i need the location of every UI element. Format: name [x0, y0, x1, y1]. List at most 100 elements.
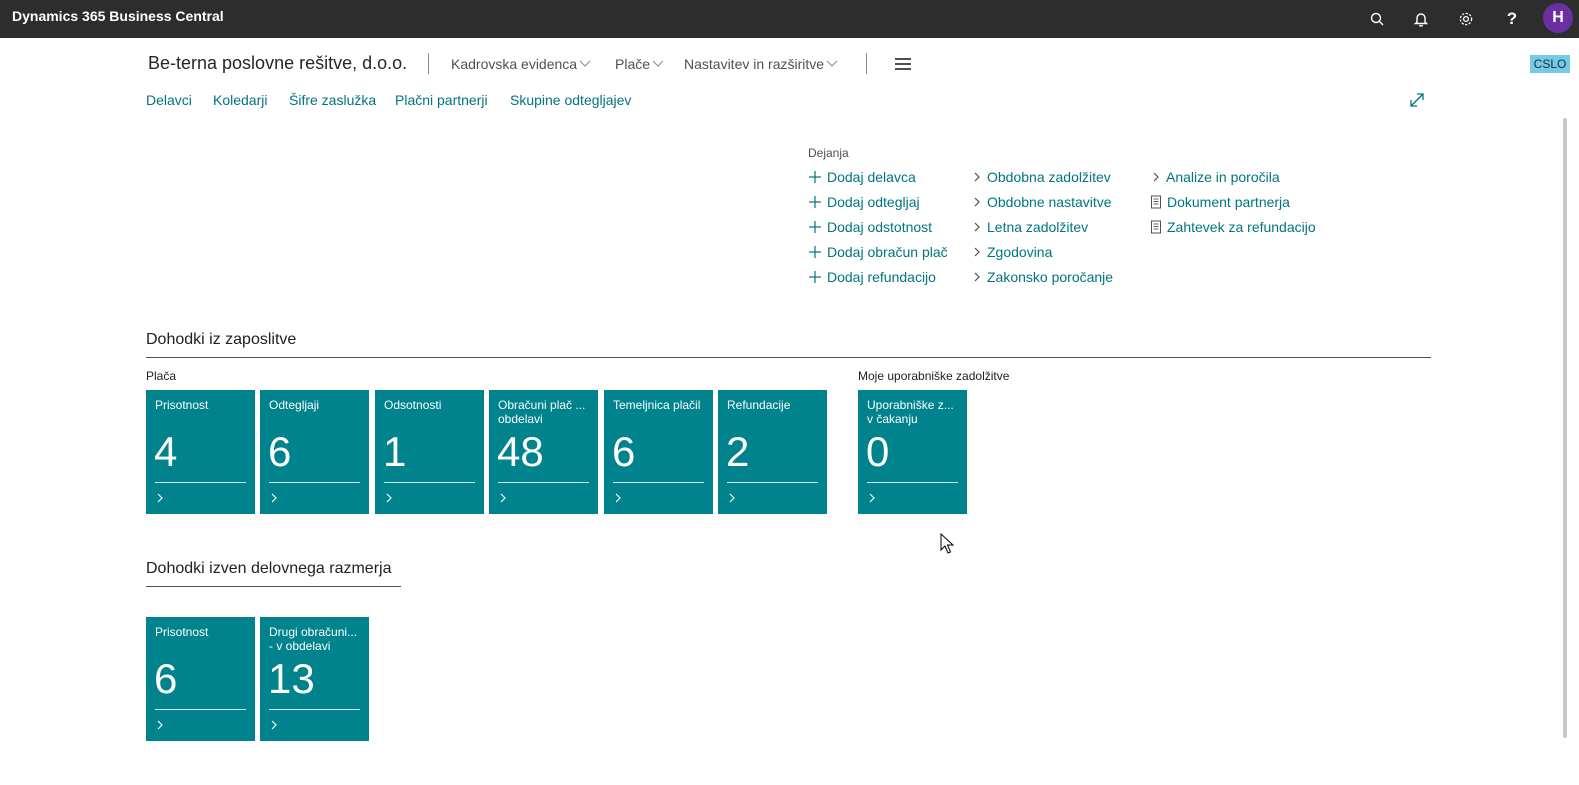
avatar[interactable]: H: [1543, 3, 1573, 33]
action-label: Obdobne nastavitve: [987, 194, 1112, 210]
action-letna-zadolzitev[interactable]: Letna zadolžitev: [972, 219, 1088, 235]
company-name[interactable]: Be-terna poslovne rešitve, d.o.o.: [148, 53, 407, 74]
tile-divider: [384, 482, 475, 483]
chevron-right-icon: [974, 222, 980, 232]
document-icon: [1151, 195, 1161, 209]
nav-skupine-odtegljajev[interactable]: Skupine odtegljajev: [510, 92, 631, 108]
nav-koledarji[interactable]: Koledarji: [213, 92, 267, 108]
action-dodaj-obracun-plac[interactable]: Dodaj obračun plač: [808, 244, 948, 260]
section-divider: [146, 586, 401, 587]
scrollbar[interactable]: [1563, 118, 1567, 738]
nav-sifre-zasluzka[interactable]: Šifre zaslužka: [289, 92, 376, 108]
action-dodaj-odtegljaj[interactable]: Dodaj odtegljaj: [808, 194, 920, 210]
tile-refundacije[interactable]: Refundacije 2: [718, 390, 827, 514]
chevron-right-icon: [386, 493, 392, 503]
chevron-right-icon: [869, 493, 875, 503]
tile-label: Drugi obračuni... - v obdelavi: [269, 625, 358, 653]
action-zgodovina[interactable]: Zgodovina: [972, 244, 1052, 260]
tile-temeljnica-placil[interactable]: Temeljnica plačil 6: [604, 390, 713, 514]
chevron-right-icon: [974, 197, 980, 207]
menu-kadrovska-evidenca[interactable]: Kadrovska evidenca: [451, 56, 591, 72]
tile-label: Odtegljaji: [269, 398, 320, 412]
action-dodaj-odstotnost[interactable]: Dodaj odstotnost: [808, 219, 932, 235]
tile-value: 4: [154, 428, 178, 475]
action-label: Analize in poročila: [1166, 169, 1280, 185]
tile-label: Temeljnica plačil: [613, 398, 701, 412]
chevron-right-icon: [974, 247, 980, 257]
tile-label: Prisotnost: [155, 625, 209, 639]
bell-icon[interactable]: [1408, 6, 1434, 32]
hamburger-menu-icon[interactable]: [895, 58, 911, 70]
tile-prisotnost-izven[interactable]: Prisotnost 6: [146, 617, 255, 741]
chevron-right-icon: [271, 493, 277, 503]
tile-divider: [867, 482, 958, 483]
tile-uporabniske-zadolzitve[interactable]: Uporabniške z... v čakanju 0: [858, 390, 967, 514]
group-title: Plača: [146, 369, 177, 383]
tile-divider: [269, 482, 360, 483]
action-dodaj-delavca[interactable]: Dodaj delavca: [808, 169, 916, 185]
plus-icon: [809, 196, 821, 208]
gear-icon[interactable]: [1453, 6, 1479, 32]
action-label: Zakonsko poročanje: [987, 269, 1114, 285]
tile-divider: [269, 709, 360, 710]
tile-value: 2: [726, 428, 750, 475]
tile-label: Uporabniške z... v čakanju: [867, 398, 954, 426]
action-dokument-partnerja[interactable]: Dokument partnerja: [1150, 194, 1290, 210]
header-separator: [866, 53, 867, 74]
action-obdobna-zadolzitev[interactable]: Obdobna zadolžitev: [972, 169, 1111, 185]
tile-label: Prisotnost: [155, 398, 209, 412]
header-separator: [428, 53, 429, 74]
tile-prisotnost[interactable]: Prisotnost 4: [146, 390, 255, 514]
tile-divider: [613, 482, 704, 483]
action-zakonsko-porocanje[interactable]: Zakonsko poročanje: [972, 269, 1113, 285]
action-label: Letna zadolžitev: [987, 219, 1089, 235]
search-icon[interactable]: [1364, 6, 1390, 32]
nav-placni-partnerji[interactable]: Plačni partnerji: [395, 92, 488, 108]
chevron-right-icon: [615, 493, 621, 503]
help-icon[interactable]: ?: [1499, 6, 1525, 32]
action-obdobne-nastavitve[interactable]: Obdobne nastavitve: [972, 194, 1112, 210]
action-label: Dodaj odstotnost: [827, 219, 933, 235]
menu-label: Nastavitev in razširitve: [684, 56, 825, 72]
top-bar: Dynamics 365 Business Central ? H: [0, 0, 1579, 38]
tile-obracuni-plac[interactable]: Obračuni plač ... obdelavi 48: [489, 390, 598, 514]
menu-place[interactable]: Plače: [615, 56, 664, 72]
section-title[interactable]: Dohodki izven delovnega razmerja: [146, 560, 391, 578]
mouse-cursor-icon: [940, 533, 955, 554]
chevron-right-icon: [1153, 172, 1159, 182]
section-title[interactable]: Dohodki iz zaposlitve: [146, 331, 296, 349]
chevron-right-icon: [974, 272, 980, 282]
tile-label: Obračuni plač ... obdelavi: [498, 398, 586, 426]
chevron-right-icon: [500, 493, 506, 503]
tile-drugi-obracuni[interactable]: Drugi obračuni... - v obdelavi 13: [260, 617, 369, 741]
action-label: Obdobna zadolžitev: [987, 169, 1111, 185]
action-analize-in-porocila[interactable]: Analize in poročila: [1151, 169, 1280, 185]
plus-icon: [809, 271, 821, 283]
menu-nastavitev[interactable]: Nastavitev in razširitve: [684, 56, 838, 72]
chevron-down-icon: [826, 60, 838, 67]
environment-badge: CSLO: [1530, 55, 1570, 73]
action-zahtevek-za-refundacijo[interactable]: Zahtevek za refundacijo: [1150, 219, 1316, 235]
action-label: Dodaj obračun plač: [827, 244, 948, 260]
plus-icon: [809, 246, 821, 258]
group-title: Moje uporabniške zadolžitve: [858, 369, 1010, 383]
expand-icon[interactable]: [1408, 91, 1426, 109]
menu-label: Kadrovska evidenca: [451, 56, 578, 72]
app-title[interactable]: Dynamics 365 Business Central: [12, 8, 224, 24]
tile-value: 6: [154, 655, 178, 702]
chevron-right-icon: [974, 172, 980, 182]
action-dodaj-refundacijo[interactable]: Dodaj refundacijo: [808, 269, 936, 285]
chevron-right-icon: [729, 493, 735, 503]
action-label: Zgodovina: [987, 244, 1053, 260]
tile-odtegljaji[interactable]: Odtegljaji 6: [260, 390, 369, 514]
tile-divider: [727, 482, 818, 483]
tile-label: Refundacije: [727, 398, 791, 412]
nav-delavci[interactable]: Delavci: [146, 92, 192, 108]
tile-divider: [155, 709, 246, 710]
tile-value: 1: [383, 428, 407, 475]
tile-value: 0: [866, 428, 890, 475]
chevron-right-icon: [157, 720, 163, 730]
document-icon: [1151, 220, 1161, 234]
tile-value: 6: [268, 428, 292, 475]
tile-odsotnosti[interactable]: Odsotnosti 1: [375, 390, 484, 514]
